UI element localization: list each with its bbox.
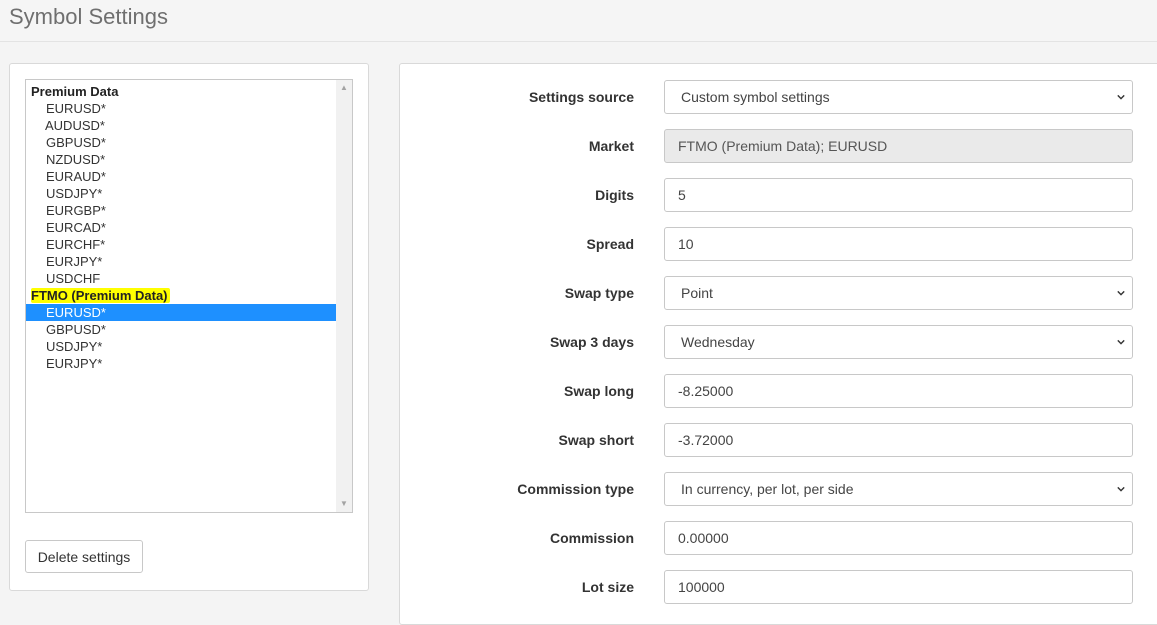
symbol-list-options: Premium Data EURUSD* AUDUSD* GBPUSD* NZD… bbox=[26, 83, 336, 372]
list-item-selected[interactable]: EURUSD* bbox=[26, 304, 336, 321]
scroll-down-arrow-icon[interactable]: ▼ bbox=[336, 496, 352, 512]
swap-short-input[interactable]: -3.72000 bbox=[664, 423, 1133, 457]
list-item[interactable]: NZDUSD* bbox=[26, 151, 336, 168]
row-commission: Commission 0.00000 bbox=[400, 521, 1157, 555]
swap-3-days-value: Wednesday bbox=[681, 334, 755, 350]
list-item[interactable]: EURGBP* bbox=[26, 202, 336, 219]
digits-input[interactable]: 5 bbox=[664, 178, 1133, 212]
spread-label: Spread bbox=[586, 236, 634, 252]
spread-input[interactable]: 10 bbox=[664, 227, 1133, 261]
symbol-listbox[interactable]: Premium Data EURUSD* AUDUSD* GBPUSD* NZD… bbox=[25, 79, 353, 513]
list-item[interactable]: EURCHF* bbox=[26, 236, 336, 253]
lot-size-input[interactable]: 100000 bbox=[664, 570, 1133, 604]
list-item[interactable]: USDJPY* bbox=[26, 338, 336, 355]
chevron-down-icon bbox=[1117, 290, 1125, 296]
list-item[interactable]: AUDUSD* bbox=[26, 117, 336, 134]
row-commission-type: Commission type In currency, per lot, pe… bbox=[400, 472, 1157, 506]
row-swap-3-days: Swap 3 days Wednesday bbox=[400, 325, 1157, 359]
settings-form-panel: Settings source Custom symbol settings M… bbox=[399, 63, 1157, 625]
lot-size-label: Lot size bbox=[581, 579, 634, 595]
swap-long-input[interactable]: -8.25000 bbox=[664, 374, 1133, 408]
row-swap-long: Swap long -8.25000 bbox=[400, 374, 1157, 408]
swap-type-label: Swap type bbox=[564, 285, 634, 301]
list-item[interactable]: GBPUSD* bbox=[26, 134, 336, 151]
list-item[interactable]: EURAUD* bbox=[26, 168, 336, 185]
page-title: Symbol Settings bbox=[9, 4, 168, 29]
group-label: Premium Data bbox=[31, 84, 119, 99]
swap-long-label: Swap long bbox=[564, 383, 634, 399]
list-item[interactable]: EURJPY* bbox=[26, 355, 336, 372]
row-swap-short: Swap short -3.72000 bbox=[400, 423, 1157, 457]
commission-type-select[interactable]: In currency, per lot, per side bbox=[664, 472, 1133, 506]
row-swap-type: Swap type Point bbox=[400, 276, 1157, 310]
settings-source-value: Custom symbol settings bbox=[681, 89, 830, 105]
swap-3-days-label: Swap 3 days bbox=[549, 334, 634, 350]
settings-source-label: Settings source bbox=[528, 89, 634, 105]
group-label-highlighted: FTMO (Premium Data) bbox=[31, 288, 170, 303]
swap-3-days-select[interactable]: Wednesday bbox=[664, 325, 1133, 359]
row-digits: Digits 5 bbox=[400, 178, 1157, 212]
row-spread: Spread 10 bbox=[400, 227, 1157, 261]
swap-type-value: Point bbox=[681, 285, 713, 301]
settings-source-select[interactable]: Custom symbol settings bbox=[664, 80, 1133, 114]
list-item[interactable]: EURJPY* bbox=[26, 253, 336, 270]
row-market: Market FTMO (Premium Data); EURUSD bbox=[400, 129, 1157, 163]
list-item[interactable]: USDJPY* bbox=[26, 185, 336, 202]
market-label: Market bbox=[588, 138, 634, 154]
digits-label: Digits bbox=[595, 187, 634, 203]
page-header: Symbol Settings bbox=[0, 0, 1157, 42]
swap-type-select[interactable]: Point bbox=[664, 276, 1133, 310]
scroll-up-arrow-icon[interactable]: ▲ bbox=[336, 80, 352, 96]
list-item[interactable]: EURUSD* bbox=[26, 100, 336, 117]
list-item[interactable]: USDCHF bbox=[26, 270, 336, 287]
chevron-down-icon bbox=[1117, 486, 1125, 492]
symbol-list-panel: Premium Data EURUSD* AUDUSD* GBPUSD* NZD… bbox=[9, 63, 369, 591]
commission-type-value: In currency, per lot, per side bbox=[681, 481, 854, 497]
list-scrollbar[interactable]: ▲ ▼ bbox=[336, 80, 352, 512]
chevron-down-icon bbox=[1117, 339, 1125, 345]
delete-settings-button[interactable]: Delete settings bbox=[25, 540, 143, 573]
commission-type-label: Commission type bbox=[517, 481, 634, 497]
row-lot-size: Lot size 100000 bbox=[400, 570, 1157, 604]
chevron-down-icon bbox=[1117, 94, 1125, 100]
list-item[interactable]: GBPUSD* bbox=[26, 321, 336, 338]
row-settings-source: Settings source Custom symbol settings bbox=[400, 80, 1157, 114]
commission-input[interactable]: 0.00000 bbox=[664, 521, 1133, 555]
list-item[interactable]: EURCAD* bbox=[26, 219, 336, 236]
swap-short-label: Swap short bbox=[558, 432, 634, 448]
group-premium-data: Premium Data bbox=[26, 83, 336, 100]
group-ftmo-premium-data: FTMO (Premium Data) bbox=[26, 287, 336, 304]
commission-label: Commission bbox=[549, 530, 634, 546]
market-field: FTMO (Premium Data); EURUSD bbox=[664, 129, 1133, 163]
